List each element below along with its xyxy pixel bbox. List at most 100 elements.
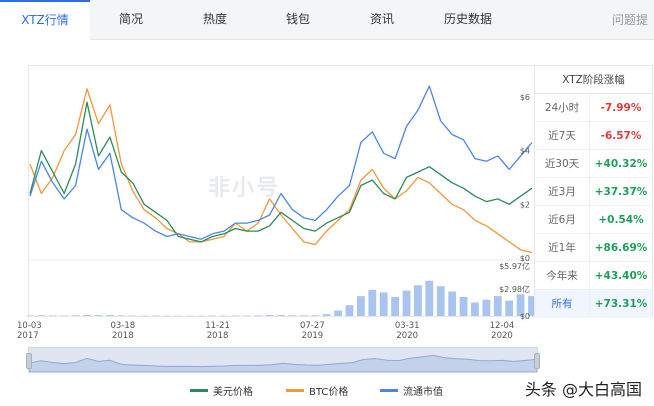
volume-bar: [379, 292, 388, 316]
performance-row[interactable]: 所有 +73.31%: [535, 290, 652, 318]
legend-label-mcap: 流通市值: [403, 387, 443, 398]
volume-bar: [391, 297, 399, 316]
volume-bar: [334, 310, 342, 316]
series-line-btc: [29, 88, 533, 254]
performance-period: 近3月: [535, 178, 590, 205]
performance-title: XTZ阶段涨幅: [535, 66, 652, 94]
volume-bar: [60, 315, 69, 317]
volume-bar: [402, 290, 411, 316]
axis-labels: $6$4$2$0$5.97亿$2.98亿$010-03201703-182018…: [17, 93, 534, 341]
performance-value: +40.32%: [594, 158, 648, 170]
volume-bar: [163, 315, 171, 317]
volume-bar: [254, 315, 263, 316]
legend-item-mcap[interactable]: 流通市值: [380, 383, 443, 398]
x-tick-year: 2019: [302, 331, 324, 341]
x-tick-month: 03-18: [110, 321, 135, 331]
volume-bar: [37, 315, 46, 316]
x-tick-month: 11-21: [205, 321, 230, 331]
x-tick-year: 2018: [112, 331, 134, 341]
volume-bar: [482, 299, 491, 316]
x-tick-year: 2018: [207, 331, 229, 341]
volume-bar: [322, 314, 331, 316]
volume-bar: [83, 314, 91, 316]
range-navigator[interactable]: [26, 347, 540, 373]
navigator-right-handle[interactable]: [534, 353, 540, 369]
volume-bar: [71, 315, 80, 316]
legend-swatch-btc: [286, 389, 304, 392]
corner-watermark: 头条 @大白高国: [524, 380, 642, 399]
performance-value: +37.37%: [594, 186, 648, 198]
volume-bar: [277, 315, 285, 316]
x-tick-year: 2020: [491, 331, 513, 341]
performance-value: +73.31%: [594, 298, 648, 310]
volume-bar: [368, 289, 377, 316]
performance-value: +43.40%: [594, 270, 648, 282]
volume-bar: [459, 297, 468, 316]
volume-bar: [48, 315, 57, 316]
x-tick-month: 07-27: [300, 321, 325, 331]
y-tick-volume: $2.98亿: [499, 284, 530, 294]
volume-bar: [345, 305, 354, 316]
volume-bar: [471, 302, 479, 316]
volume-bar: [242, 315, 251, 317]
volume-bar: [117, 315, 126, 316]
volume-bar: [493, 296, 502, 316]
y-tick-price: $2: [520, 200, 530, 209]
performance-row[interactable]: 近30天 +40.32%: [535, 150, 652, 178]
volume-bar: [128, 315, 137, 317]
performance-row[interactable]: 今年来 +43.40%: [535, 262, 652, 290]
x-tick-year: 2017: [17, 331, 39, 341]
legend-swatch-mcap: [380, 389, 398, 392]
performance-period: 近1年: [535, 234, 590, 261]
performance-row[interactable]: 近1年 +86.69%: [535, 234, 652, 262]
volume-bar: [425, 280, 434, 316]
performance-row[interactable]: 近6月 +0.54%: [535, 206, 652, 234]
performance-period: 今年来: [535, 262, 590, 289]
performance-row[interactable]: 近7天 -6.57%: [535, 122, 652, 150]
volume-bar: [414, 285, 422, 316]
volume-bar: [197, 315, 206, 317]
performance-value: +0.54%: [598, 214, 644, 226]
volume-bar: [311, 315, 320, 316]
volume-bar: [436, 286, 445, 316]
performance-value: -7.99%: [600, 102, 642, 114]
performance-row[interactable]: 近3月 +37.37%: [535, 178, 652, 206]
series-line-usd: [29, 101, 533, 243]
volume-bars: [26, 280, 536, 317]
series-line-mcap: [29, 85, 533, 240]
performance-period: 24小时: [535, 94, 590, 121]
x-tick-month: 10-03: [17, 321, 42, 331]
y-tick-price: $6: [520, 93, 530, 102]
performance-row[interactable]: 24小时 -7.99%: [535, 94, 652, 122]
volume-bar: [288, 315, 297, 316]
x-tick-month: 12-04: [490, 321, 515, 331]
volume-bar: [174, 315, 183, 317]
volume-bar: [140, 315, 148, 317]
volume-bar: [505, 300, 514, 316]
legend-swatch-usd: [190, 389, 208, 392]
performance-period: 近7天: [535, 122, 590, 149]
performance-period: 近30天: [535, 150, 590, 177]
x-tick-year: 2020: [396, 331, 418, 341]
legend-item-btc[interactable]: BTC价格: [286, 383, 348, 398]
legend-label-btc: BTC价格: [309, 387, 349, 398]
y-tick-volume: $0: [520, 312, 530, 321]
volume-bar: [105, 315, 114, 316]
volume-bar: [208, 315, 217, 317]
navigator-left-handle[interactable]: [26, 353, 32, 369]
volume-bar: [356, 296, 365, 316]
performance-period: 近6月: [535, 206, 590, 233]
legend-label-usd: 美元价格: [213, 387, 253, 398]
volume-bar: [94, 315, 103, 316]
volume-bar: [265, 314, 274, 316]
navigator-sparkline: [29, 354, 537, 372]
series-lines: [29, 85, 533, 254]
volume-bar: [299, 315, 308, 316]
performance-table: XTZ阶段涨幅 24小时 -7.99% 近7天 -6.57% 近30天 +40.32% 近3…: [534, 65, 653, 318]
volume-bar: [26, 315, 34, 317]
x-tick-month: 03-31: [395, 321, 420, 331]
y-tick-volume: $5.97亿: [499, 261, 530, 271]
volume-bar: [151, 315, 160, 317]
legend-item-usd[interactable]: 美元价格: [190, 383, 253, 398]
y-tick-price: $4: [520, 147, 530, 156]
